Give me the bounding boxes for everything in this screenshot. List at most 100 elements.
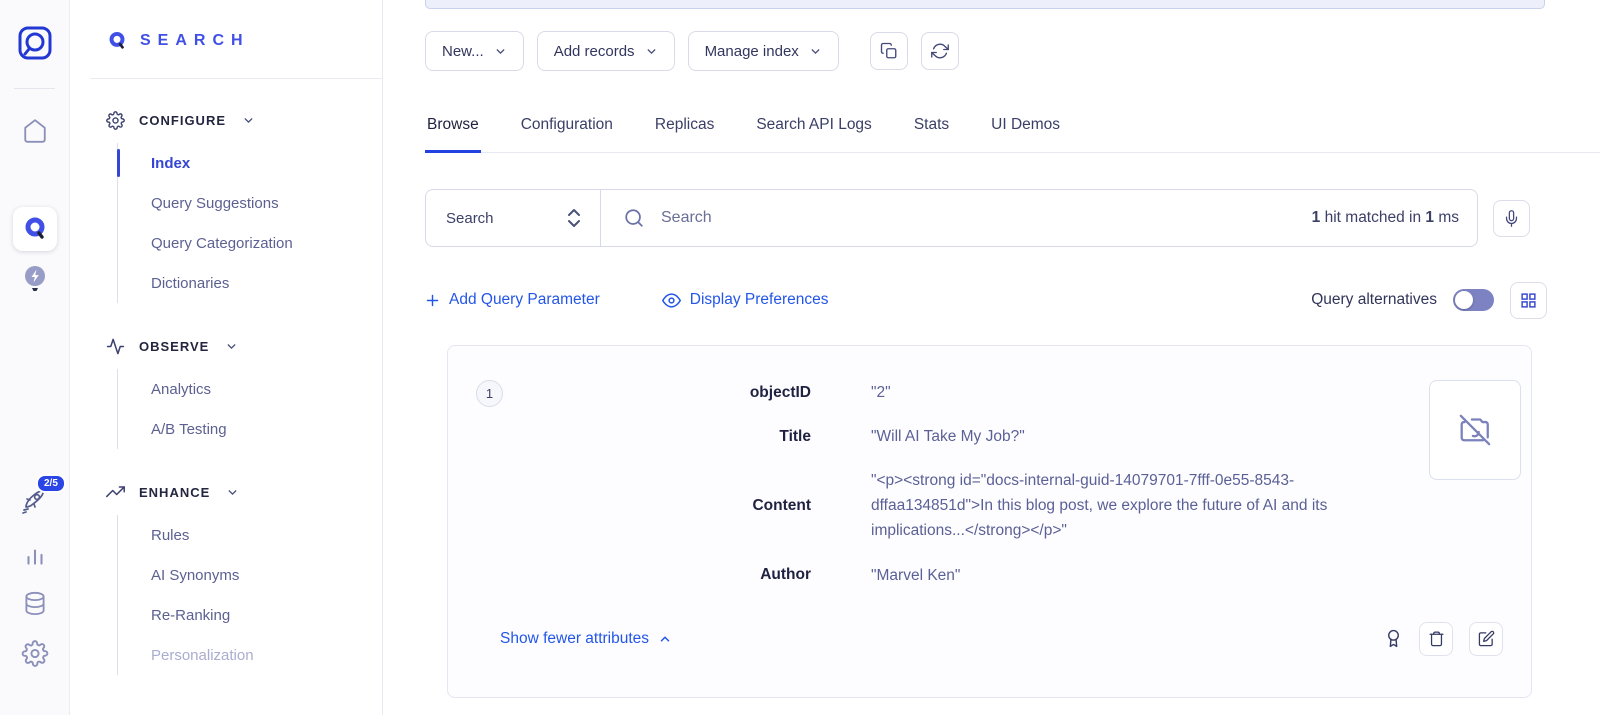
tab-browse[interactable]: Browse bbox=[425, 104, 481, 153]
trending-up-icon bbox=[106, 483, 125, 502]
search-scope-label: Search bbox=[446, 210, 494, 227]
search-input[interactable] bbox=[661, 209, 1296, 227]
product-sidebar: SEARCH CONFIGURE Index Query Suggestions… bbox=[70, 0, 383, 715]
add-query-parameter-label: Add Query Parameter bbox=[449, 291, 600, 309]
index-tabs: Browse Configuration Replicas Search API… bbox=[425, 104, 1600, 153]
nav-section-label: OBSERVE bbox=[139, 339, 209, 354]
query-alternatives-label: Query alternatives bbox=[1311, 291, 1437, 309]
chevron-up-icon bbox=[658, 632, 672, 646]
manage-index-button[interactable]: Manage index bbox=[688, 31, 839, 71]
hits-count: 1 bbox=[1312, 209, 1321, 226]
voice-search-button[interactable] bbox=[1493, 200, 1530, 237]
tab-ui-demos[interactable]: UI Demos bbox=[989, 104, 1062, 153]
nav-header-observe[interactable]: OBSERVE bbox=[106, 329, 382, 363]
record-actions bbox=[1384, 622, 1503, 656]
index-toolbar: New... Add records Manage index bbox=[425, 31, 959, 71]
delete-record-button[interactable] bbox=[1419, 622, 1453, 656]
nav-header-enhance[interactable]: ENHANCE bbox=[106, 475, 382, 509]
gear-icon bbox=[106, 111, 125, 130]
attribute-label: Author bbox=[521, 566, 811, 584]
home-icon[interactable] bbox=[22, 118, 48, 144]
sidebar-item-personalization[interactable]: Personalization bbox=[151, 635, 382, 675]
edit-pencil-icon bbox=[1478, 630, 1495, 647]
main-content: New... Add records Manage index bbox=[383, 0, 1600, 715]
edit-record-button[interactable] bbox=[1469, 622, 1503, 656]
attribute-row: objectID "2" bbox=[521, 380, 1401, 405]
record: 1 objectID "2" Title "Will AI Take My Jo… bbox=[476, 380, 1503, 588]
copy-icon bbox=[880, 42, 898, 60]
sidebar-item-query-suggestions[interactable]: Query Suggestions bbox=[151, 183, 382, 223]
sidebar-item-ai-synonyms[interactable]: AI Synonyms bbox=[151, 555, 382, 595]
tab-replicas[interactable]: Replicas bbox=[653, 104, 716, 153]
sidebar-item-dictionaries[interactable]: Dictionaries bbox=[151, 263, 382, 303]
refresh-icon bbox=[931, 42, 949, 60]
algolia-logo-icon[interactable] bbox=[14, 22, 56, 64]
query-options-row: Add Query Parameter Display Preferences … bbox=[425, 284, 1547, 316]
nav-header-configure[interactable]: CONFIGURE bbox=[106, 103, 382, 137]
time-value: 1 bbox=[1425, 209, 1434, 226]
attribute-value: "Marvel Ken" bbox=[871, 563, 1401, 588]
time-unit: ms bbox=[1434, 209, 1459, 226]
rail-divider bbox=[14, 88, 55, 89]
tab-stats[interactable]: Stats bbox=[912, 104, 951, 153]
search-product-icon bbox=[21, 215, 49, 243]
index-selector-partial bbox=[425, 0, 1545, 9]
chevron-down-icon bbox=[494, 45, 507, 58]
usage-badge: 2/5 bbox=[36, 474, 66, 493]
search-scope-select[interactable]: Search bbox=[426, 190, 601, 246]
nav-section-enhance: ENHANCE Rules AI Synonyms Re-Ranking Per… bbox=[106, 475, 382, 675]
new-index-label: New... bbox=[442, 43, 484, 60]
query-alternatives-toggle[interactable] bbox=[1453, 289, 1494, 311]
toggle-knob bbox=[1455, 291, 1473, 309]
record-attributes: objectID "2" Title "Will AI Take My Job?… bbox=[521, 380, 1401, 588]
display-preferences-link[interactable]: Display Preferences bbox=[662, 291, 829, 310]
search-bar: Search 1 hit matched in 1 ms bbox=[425, 189, 1478, 247]
camera-off-icon bbox=[1458, 413, 1492, 447]
attribute-row: Title "Will AI Take My Job?" bbox=[521, 424, 1401, 449]
database-icon[interactable] bbox=[22, 590, 48, 618]
nav-section-label: ENHANCE bbox=[139, 485, 210, 500]
settings-gear-icon[interactable] bbox=[21, 640, 48, 667]
add-query-parameter-link[interactable]: Add Query Parameter bbox=[425, 291, 600, 309]
result-rank-badge: 1 bbox=[476, 380, 503, 407]
attribute-label: Content bbox=[521, 497, 811, 515]
nav-section-label: CONFIGURE bbox=[139, 113, 226, 128]
activity-icon bbox=[106, 337, 125, 356]
attribute-label: objectID bbox=[521, 384, 811, 402]
tab-configuration[interactable]: Configuration bbox=[519, 104, 615, 153]
app-rail: 2/5 bbox=[0, 0, 70, 715]
nav-section-observe: OBSERVE Analytics A/B Testing bbox=[106, 329, 382, 449]
refresh-button[interactable] bbox=[921, 32, 959, 70]
trash-icon bbox=[1428, 630, 1445, 647]
copy-index-button[interactable] bbox=[870, 32, 908, 70]
sidebar-item-rules[interactable]: Rules bbox=[151, 515, 382, 555]
hits-text: hit matched in bbox=[1320, 209, 1425, 226]
sidebar-item-ab-testing[interactable]: A/B Testing bbox=[151, 409, 382, 449]
sidebar-item-analytics[interactable]: Analytics bbox=[151, 369, 382, 409]
analytics-bars-icon[interactable] bbox=[22, 543, 48, 569]
attribute-value: "Will AI Take My Job?" bbox=[871, 424, 1401, 449]
sidebar-item-re-ranking[interactable]: Re-Ranking bbox=[151, 595, 382, 635]
recommend-lightbulb-icon[interactable] bbox=[21, 263, 49, 295]
layout-grid-button[interactable] bbox=[1510, 282, 1547, 319]
result-card: 1 objectID "2" Title "Will AI Take My Jo… bbox=[447, 345, 1532, 698]
sidebar-item-index[interactable]: Index bbox=[151, 143, 382, 183]
product-header: SEARCH bbox=[70, 0, 382, 52]
show-fewer-attributes-link[interactable]: Show fewer attributes bbox=[500, 630, 672, 648]
tab-search-api-logs[interactable]: Search API Logs bbox=[754, 104, 873, 153]
sidebar-item-query-categorization[interactable]: Query Categorization bbox=[151, 223, 382, 263]
manage-index-label: Manage index bbox=[705, 43, 799, 60]
display-preferences-label: Display Preferences bbox=[690, 291, 829, 309]
promote-record-button[interactable] bbox=[1384, 628, 1403, 649]
search-stats: 1 hit matched in 1 ms bbox=[1312, 209, 1459, 227]
attribute-row: Author "Marvel Ken" bbox=[521, 563, 1401, 588]
show-fewer-attributes-label: Show fewer attributes bbox=[500, 630, 649, 648]
search-icon bbox=[623, 207, 645, 229]
new-index-button[interactable]: New... bbox=[425, 31, 524, 71]
eye-icon bbox=[662, 291, 681, 310]
chevron-up-down-icon bbox=[566, 207, 582, 229]
grid-icon bbox=[1520, 292, 1537, 309]
attribute-row: Content "<p><strong id="docs-internal-gu… bbox=[521, 468, 1401, 543]
add-records-button[interactable]: Add records bbox=[537, 31, 675, 71]
rail-item-search-active[interactable] bbox=[13, 207, 57, 251]
